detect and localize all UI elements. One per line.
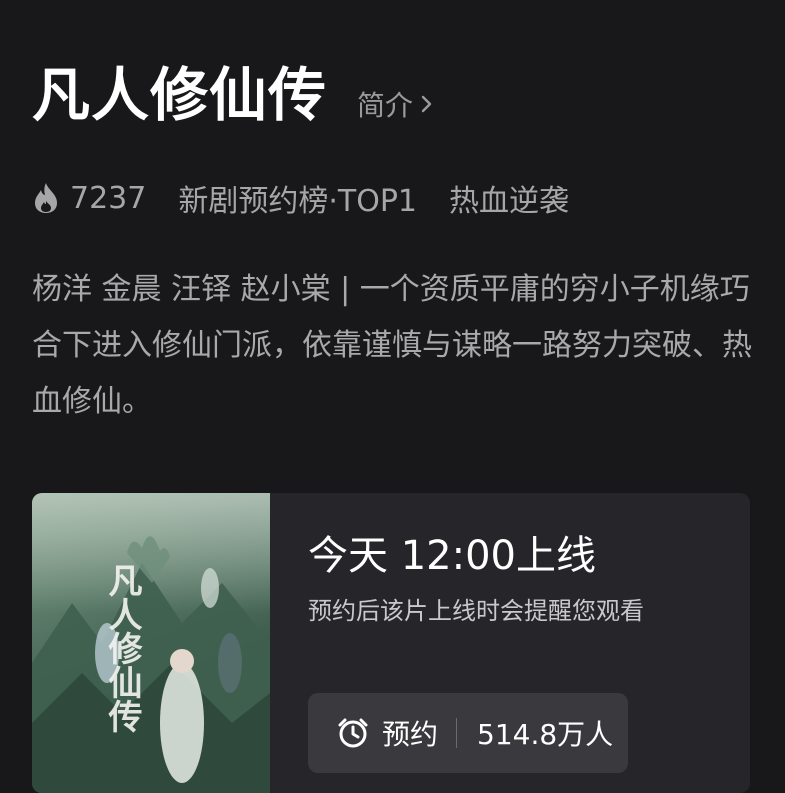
- reserve-count: 514.8万人: [477, 718, 614, 751]
- release-hint: 预约后该片上线时会提醒您观看: [308, 597, 644, 625]
- show-title: 凡人修仙传: [32, 61, 328, 129]
- title-row: 凡人修仙传 简介: [32, 66, 433, 124]
- heat-count: 7237: [70, 180, 147, 216]
- poster-calligraphy: 凡人修仙传: [102, 563, 143, 733]
- alarm-clock-icon: [338, 718, 368, 748]
- flame-icon: [35, 183, 57, 213]
- reserve-button[interactable]: 预约 514.8万人: [308, 693, 628, 773]
- intro-label: 简介: [357, 89, 414, 122]
- genre-tag: 热血逆袭: [449, 184, 570, 219]
- chevron-right-icon: [421, 95, 432, 113]
- poster-image[interactable]: 凡人修仙传: [32, 493, 270, 793]
- show-description: 杨洋 金晨 汪铎 赵小棠 | 一个资质平庸的穷小子机缘巧合下进入修仙门派，依靠谨…: [32, 272, 752, 419]
- reserve-divider: [456, 718, 458, 748]
- release-card: 凡人修仙传 今天 12:00上线 预约后该片上线时会提醒您观看 预约 514.8…: [32, 493, 750, 793]
- reserve-label: 预约: [382, 718, 439, 751]
- intro-link[interactable]: 简介: [357, 84, 433, 124]
- poster-art: 凡人修仙传: [32, 493, 270, 793]
- rank-badge[interactable]: 新剧预约榜·TOP1: [178, 176, 417, 220]
- release-time: 今天 12:00上线: [308, 533, 596, 579]
- meta-row: 7237 新剧预约榜·TOP1 热血逆袭: [32, 176, 569, 220]
